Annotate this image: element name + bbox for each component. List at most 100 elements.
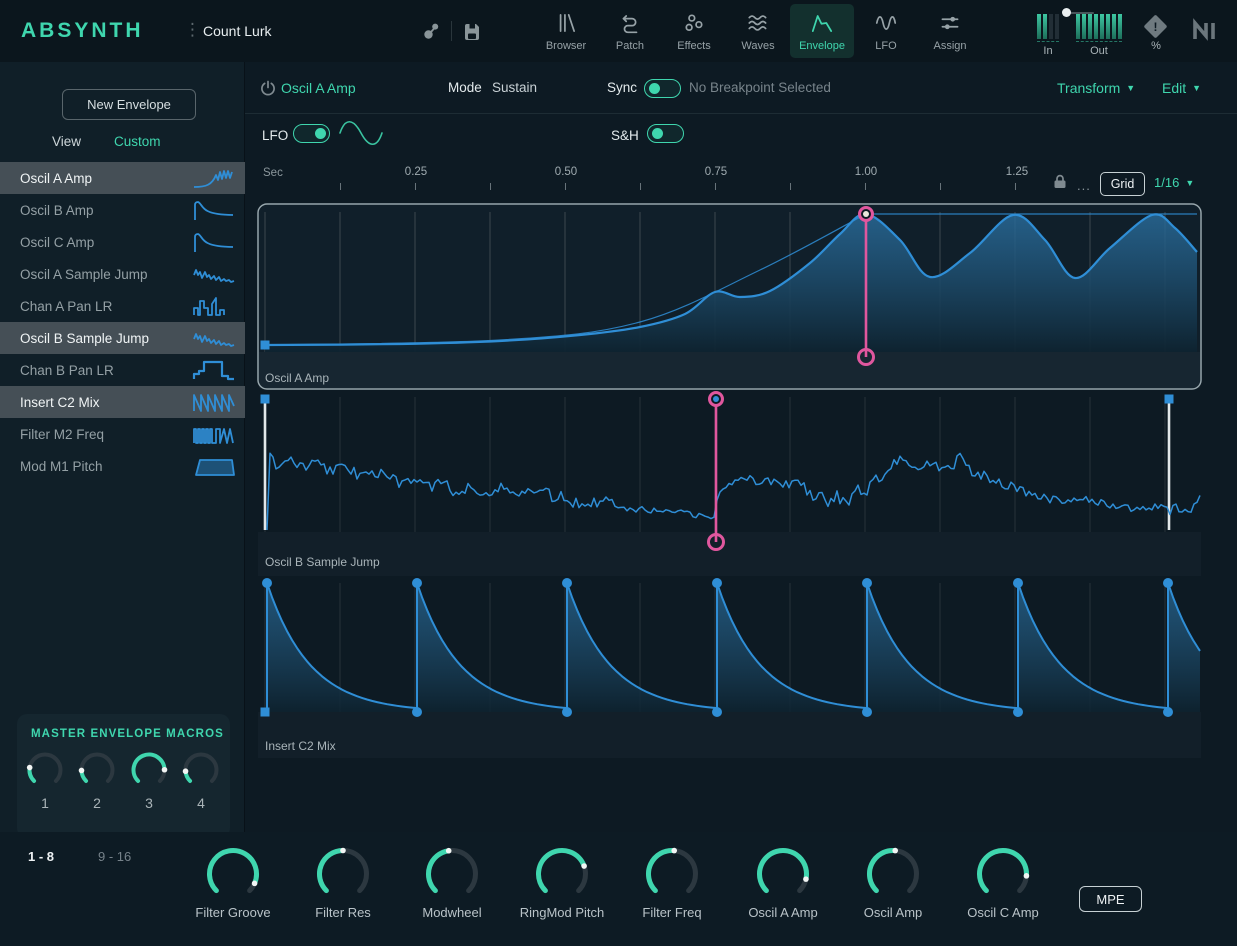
tab-waves[interactable]: Waves [726,4,790,58]
lock-icon[interactable] [1051,173,1069,190]
ruler-tick [865,183,866,190]
envelope-list-item[interactable]: Insert C2 Mix [0,386,245,418]
sync-toggle-knob [649,83,660,94]
macro-assign-label: Filter Freq [642,905,701,920]
macro-knob-4[interactable]: 4 [181,750,221,811]
envelope-list-item[interactable]: Chan A Pan LR [0,290,245,322]
share-patch-icon[interactable] [420,20,442,42]
meter-bar [1088,14,1092,39]
tab-browser[interactable]: Browser [534,4,598,58]
effects-icon [681,10,707,36]
envelope-list-item[interactable]: Oscil B Amp [0,194,245,226]
meter-bar [1112,14,1116,39]
top-bar: ABSYNTH ⋮ Count Lurk BrowserPatchEffects… [0,0,1237,62]
patch-name[interactable]: Count Lurk [203,23,271,39]
mpe-button[interactable]: MPE [1079,886,1142,912]
envelope-list-item[interactable]: Oscil B Sample Jump [0,322,245,354]
tab-patch[interactable]: Patch [598,4,662,58]
tab-label: Assign [933,40,966,52]
tab-assign[interactable]: Assign [918,4,982,58]
envelope-list-item[interactable]: Chan B Pan LR [0,354,245,386]
lane-oscil-b-sample-jump[interactable] [258,393,1201,577]
tab-label: Effects [677,40,710,52]
ruler-tick-label: 1.25 [1006,166,1028,178]
knob-dial[interactable] [755,846,811,902]
envelope-editor: Oscil A Amp Mode Sustain Sync No Breakpo… [245,62,1237,832]
knob-dial[interactable] [315,846,371,902]
macro-assign-knob[interactable]: Oscil C Amp [943,846,1063,920]
transform-label: Transform [1057,80,1120,96]
mode-value[interactable]: Sustain [492,80,537,95]
meter-bar [1055,14,1059,39]
grid-division-value: 1/16 [1154,175,1179,190]
envelope-lanes-canvas[interactable] [245,200,1237,760]
power-icon[interactable] [259,79,277,97]
knob-dial[interactable] [865,846,921,902]
output-slider-handle[interactable] [1062,8,1071,17]
bank-tab-1-8[interactable]: 1 - 8 [28,849,54,864]
envelope-list-item[interactable]: Oscil A Amp [0,162,245,194]
tab-effects[interactable]: Effects [662,4,726,58]
nav-tabs: Browser Patch Effects WavesEnvelope LFO Assig… [534,4,982,58]
macro-assign-knob[interactable]: Filter Res [283,846,403,920]
knob-dial[interactable] [424,846,480,902]
sync-toggle[interactable] [644,79,681,98]
tab-lfo[interactable]: LFO [854,4,918,58]
lfo-toggle[interactable] [293,124,330,143]
envelope-item-label: Chan A Pan LR [20,299,112,314]
new-envelope-button[interactable]: New Envelope [62,89,196,120]
macro-assign-label: Oscil A Amp [748,905,817,920]
tab-envelope[interactable]: Envelope [790,4,854,58]
envelope-thumb-saw-icon [192,390,236,414]
sample-hold-toggle[interactable] [647,124,684,143]
envelope-item-label: Oscil A Amp [20,171,92,186]
ruler-tick [490,183,491,190]
macro-knob-3[interactable]: 3 [129,750,169,811]
bank-tab-9-16[interactable]: 9 - 16 [98,849,131,864]
envelope-list-item[interactable]: Oscil A Sample Jump [0,258,245,290]
knob-dial[interactable] [129,750,169,790]
tab-label: Browser [546,40,586,52]
envelope-list-item[interactable]: Filter M2 Freq [0,418,245,450]
save-icon[interactable] [461,20,483,42]
macro-assign-knob[interactable]: Oscil Amp [833,846,953,920]
macro-assign-knob[interactable]: RingMod Pitch [502,846,622,920]
knob-dial[interactable] [181,750,221,790]
knob-dial[interactable] [644,846,700,902]
menu-kebab-icon[interactable]: ⋮ [184,20,201,40]
master-envelope-macros-panel: MASTER ENVELOPE MACROS 1234 [17,714,230,838]
ruler-tick-label: 1.00 [855,166,877,178]
envelope-item-label: Oscil A Sample Jump [20,267,148,282]
macro-assign-knob[interactable]: Filter Freq [612,846,732,920]
macro-assign-knob[interactable]: Filter Groove [173,846,293,920]
knob-dial[interactable] [975,846,1031,902]
envelope-list-item[interactable]: Oscil C Amp [0,226,245,258]
grid-division-dropdown[interactable]: 1/16 ▼ [1154,175,1194,190]
ruler-more-button[interactable]: ... [1077,178,1091,193]
breakpoint-status: No Breakpoint Selected [689,80,831,95]
knob-dial[interactable] [77,750,117,790]
tab-custom[interactable]: Custom [114,134,161,149]
macro-knob-1[interactable]: 1 [25,750,65,811]
cpu-warning-icon[interactable]: ! [1143,14,1167,38]
knob-dial[interactable] [25,750,65,790]
lane-insert-c2-mix[interactable] [258,578,1201,758]
knob-dial[interactable] [534,846,590,902]
tab-view[interactable]: View [52,134,81,149]
macro-assign-knob[interactable]: Oscil A Amp [723,846,843,920]
macro-assign-knob[interactable]: Modwheel [392,846,512,920]
knob-dial[interactable] [205,846,261,902]
grid-button[interactable]: Grid [1100,172,1145,196]
tab-label: LFO [875,40,896,52]
envelope-thumb-steps-icon [192,294,236,318]
chevron-down-icon: ▼ [1126,83,1135,93]
lane-oscil-a-amp[interactable] [258,204,1201,389]
transform-dropdown[interactable]: Transform ▼ [1057,80,1135,96]
macro-knob-2[interactable]: 2 [77,750,117,811]
waves-icon [745,10,771,36]
edit-dropdown[interactable]: Edit ▼ [1162,80,1201,96]
sample-hold-label: S&H [611,128,639,143]
ruler-unit-label: Sec [263,167,283,179]
envelope-thumb-attack-decay-icon [192,230,236,254]
envelope-list-item[interactable]: Mod M1 Pitch [0,450,245,482]
